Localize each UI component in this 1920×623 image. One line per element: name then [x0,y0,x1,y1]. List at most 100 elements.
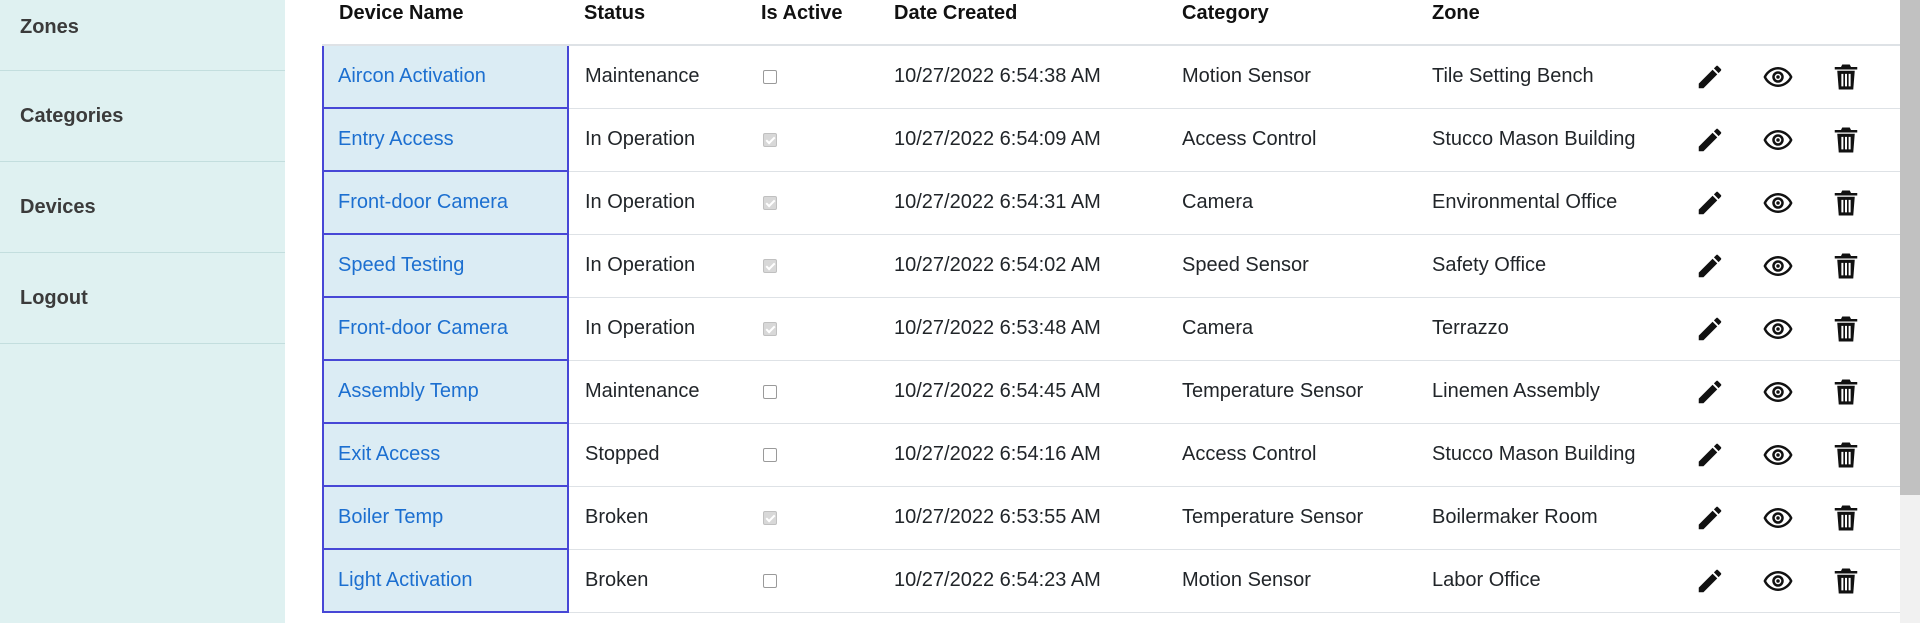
device-name-link[interactable]: Entry Access [338,128,454,150]
sidebar: Zones Categories Devices Logout [0,0,285,623]
trash-icon[interactable] [1831,377,1861,407]
delete-cell [1812,108,1880,172]
device-name-link[interactable]: Light Activation [338,569,473,591]
edit-cell [1676,108,1744,172]
pencil-icon[interactable] [1695,125,1725,155]
trash-icon[interactable] [1831,125,1861,155]
column-header-device-name[interactable]: Device Name [323,0,568,46]
device-name-link[interactable]: Aircon Activation [338,65,486,87]
device-name-cell[interactable]: Entry Access [322,107,569,172]
column-header-status[interactable]: Status [568,0,745,46]
eye-icon[interactable] [1763,440,1793,470]
date-created-cell: 10/27/2022 6:54:31 AM [878,171,1166,235]
eye-icon[interactable] [1763,188,1793,218]
device-name-cell[interactable]: Aircon Activation [322,44,569,109]
device-name-link[interactable]: Front-door Camera [338,191,508,213]
sidebar-item-categories[interactable]: Categories [0,71,285,162]
column-header-view [1744,0,1812,46]
zone-cell: Boilermaker Room [1416,486,1676,550]
device-name-cell[interactable]: Speed Testing [322,233,569,298]
sidebar-item-logout[interactable]: Logout [0,253,285,344]
date-created-cell: 10/27/2022 6:54:02 AM [878,234,1166,298]
trash-icon[interactable] [1831,314,1861,344]
is-active-checkbox[interactable] [763,447,777,462]
device-name-cell[interactable]: Exit Access [322,422,569,487]
device-name-link[interactable]: Assembly Temp [338,380,479,402]
pencil-icon[interactable] [1695,188,1725,218]
trash-icon[interactable] [1831,62,1861,92]
pencil-icon[interactable] [1695,440,1725,470]
device-name-link[interactable]: Front-door Camera [338,317,508,339]
is-active-cell [745,45,878,109]
column-header-category[interactable]: Category [1166,0,1416,46]
date-created-cell: 10/27/2022 6:53:48 AM [878,297,1166,361]
trash-icon[interactable] [1831,503,1861,533]
eye-icon[interactable] [1763,566,1793,596]
pencil-icon[interactable] [1695,62,1725,92]
category-cell: Motion Sensor [1166,45,1416,109]
eye-icon[interactable] [1763,377,1793,407]
device-name-cell[interactable]: Front-door Camera [322,170,569,235]
sidebar-item-devices[interactable]: Devices [0,162,285,253]
column-header-is-active[interactable]: Is Active [745,0,878,46]
delete-cell [1812,423,1880,487]
spacer-cell [1880,549,1901,613]
date-created-cell: 10/27/2022 6:54:38 AM [878,45,1166,109]
trash-icon[interactable] [1831,251,1861,281]
is-active-checkbox[interactable] [763,384,777,399]
pencil-icon[interactable] [1695,566,1725,596]
table-row: Speed Testing In Operation 10/27/2022 6:54… [322,233,1901,298]
device-name-cell[interactable]: Boiler Temp [322,485,569,550]
category-cell: Speed Sensor [1166,234,1416,298]
table-row: Assembly Temp Maintenance 10/27/2022 6:54:… [322,359,1901,424]
spacer-cell [1880,486,1901,550]
trash-icon[interactable] [1831,566,1861,596]
device-name-link[interactable]: Exit Access [338,443,440,465]
is-active-checkbox[interactable] [763,195,777,210]
is-active-checkbox[interactable] [763,69,777,84]
pencil-icon[interactable] [1695,314,1725,344]
is-active-checkbox[interactable] [763,510,777,525]
device-name-cell[interactable]: Assembly Temp [322,359,569,424]
eye-icon[interactable] [1763,314,1793,344]
delete-cell [1812,360,1880,424]
is-active-checkbox[interactable] [763,132,777,147]
is-active-checkbox[interactable] [763,573,777,588]
device-name-cell[interactable]: Light Activation [322,548,569,613]
delete-cell [1812,486,1880,550]
sidebar-item-zones[interactable]: Zones [0,0,285,71]
zone-cell: Stucco Mason Building [1416,423,1676,487]
device-name-link[interactable]: Boiler Temp [338,506,443,528]
pencil-icon[interactable] [1695,503,1725,533]
is-active-cell [745,423,878,487]
eye-icon[interactable] [1763,503,1793,533]
scrollbar-thumb[interactable] [1900,0,1920,495]
edit-cell [1676,423,1744,487]
column-header-date-created[interactable]: Date Created [878,0,1166,46]
is-active-cell [745,234,878,298]
status-cell: In Operation [568,171,745,235]
eye-icon[interactable] [1763,62,1793,92]
spacer-cell [1880,234,1901,298]
trash-icon[interactable] [1831,188,1861,218]
trash-icon[interactable] [1831,440,1861,470]
device-name-link[interactable]: Speed Testing [338,254,464,276]
is-active-checkbox[interactable] [763,321,777,336]
pencil-icon[interactable] [1695,251,1725,281]
column-header-zone[interactable]: Zone [1416,0,1676,46]
view-cell [1744,171,1812,235]
zone-cell: Tile Setting Bench [1416,45,1676,109]
is-active-cell [745,108,878,172]
is-active-cell [745,486,878,550]
zone-cell: Stucco Mason Building [1416,108,1676,172]
device-name-cell[interactable]: Front-door Camera [322,296,569,361]
delete-cell [1812,45,1880,109]
edit-cell [1676,234,1744,298]
is-active-checkbox[interactable] [763,258,777,273]
category-cell: Access Control [1166,423,1416,487]
eye-icon[interactable] [1763,125,1793,155]
view-cell [1744,360,1812,424]
eye-icon[interactable] [1763,251,1793,281]
pencil-icon[interactable] [1695,377,1725,407]
sidebar-item-label: Categories [20,104,124,127]
